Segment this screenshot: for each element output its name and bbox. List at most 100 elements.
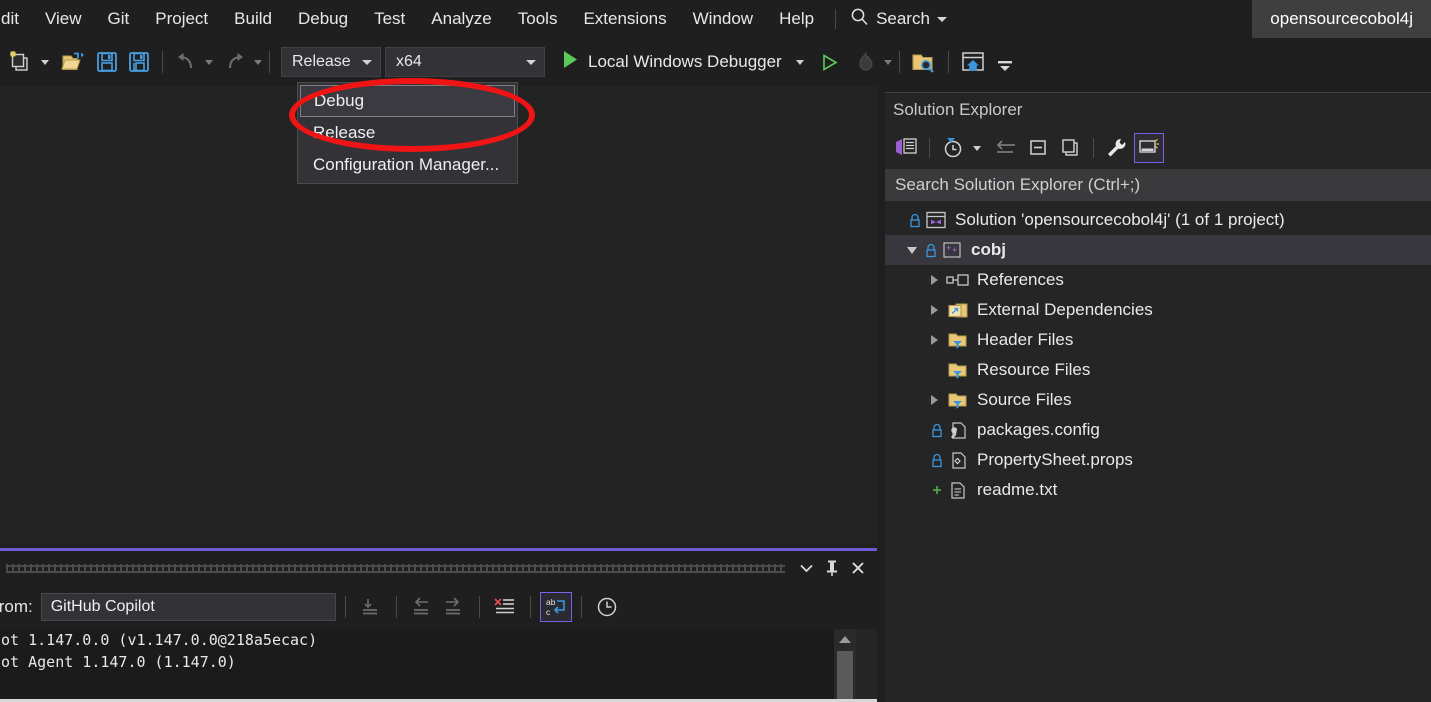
- configuration-combo[interactable]: Release: [281, 47, 381, 77]
- tree-item-references[interactable]: References: [885, 265, 1431, 295]
- menu-debug[interactable]: Debug: [285, 5, 361, 33]
- lock-icon: [929, 453, 945, 468]
- tree-expander-expanded[interactable]: [901, 247, 923, 254]
- start-debugging-label: Local Windows Debugger: [588, 52, 782, 72]
- tree-item-cobj[interactable]: ++ cobj: [885, 235, 1431, 265]
- solution-icon: [923, 211, 949, 230]
- menu-edit[interactable]: dit: [0, 5, 32, 33]
- show-all-files-icon[interactable]: [1055, 133, 1085, 163]
- close-icon[interactable]: [845, 555, 871, 581]
- tree-item-resource-files[interactable]: Resource Files: [885, 355, 1431, 385]
- scrollbar-thumb[interactable]: [837, 651, 853, 699]
- tree-item-solution[interactable]: Solution 'opensourcecobol4j' (1 of 1 pro…: [885, 205, 1431, 235]
- references-icon: [945, 273, 971, 287]
- output-source-combo[interactable]: GitHub Copilot: [41, 593, 336, 621]
- cpp-project-icon: ++: [939, 241, 965, 259]
- tree-item-readme-txt[interactable]: readme.txt: [885, 475, 1431, 505]
- tree-expander-collapsed[interactable]: [923, 275, 945, 285]
- next-message-icon[interactable]: [438, 592, 470, 622]
- play-outline-icon[interactable]: [815, 45, 845, 79]
- previous-message-icon[interactable]: [406, 592, 438, 622]
- save-icon[interactable]: [91, 45, 123, 79]
- toolbar-overflow-icon[interactable]: [990, 48, 1020, 82]
- tree-item-header-files[interactable]: Header Files: [885, 325, 1431, 355]
- configuration-combo-value: Release: [292, 53, 351, 71]
- tree-item-propertysheet-props[interactable]: PropertySheet.props: [885, 445, 1431, 475]
- tree-item-cobj-label: cobj: [965, 240, 1006, 260]
- output-toolbar-divider-3: [479, 596, 480, 618]
- chevron-down-icon: [362, 60, 372, 65]
- svg-text:+: +: [952, 246, 957, 256]
- collapse-all-icon[interactable]: [1023, 133, 1053, 163]
- save-all-icon[interactable]: [123, 45, 155, 79]
- chevron-down-icon[interactable]: [793, 555, 819, 581]
- clear-all-icon[interactable]: [489, 592, 521, 622]
- hot-reload-flame-icon[interactable]: [851, 45, 881, 79]
- tree-expander-collapsed[interactable]: [923, 305, 945, 315]
- menu-git[interactable]: Git: [95, 5, 143, 33]
- tree-item-source-files[interactable]: Source Files: [885, 385, 1431, 415]
- chevron-down-icon[interactable]: [937, 17, 947, 22]
- pending-changes-clock-icon[interactable]: [938, 133, 968, 163]
- output-panel-drag-handle[interactable]: [6, 564, 785, 573]
- menu-analyze[interactable]: Analyze: [418, 5, 504, 33]
- scroll-up-arrow-icon[interactable]: [834, 631, 856, 647]
- undo-dropdown-caret-icon[interactable]: [205, 60, 213, 65]
- chevron-down-icon: [526, 60, 536, 65]
- properties-wrench-icon[interactable]: [1102, 133, 1132, 163]
- props-file-icon: [945, 451, 971, 470]
- output-vertical-scrollbar[interactable]: [834, 629, 856, 702]
- tree-item-packages-config[interactable]: packages.config: [885, 415, 1431, 445]
- menu-window[interactable]: Window: [680, 5, 766, 33]
- window-home-icon[interactable]: [956, 45, 990, 79]
- dropdown-item-configuration-manager[interactable]: Configuration Manager...: [300, 149, 515, 181]
- project-title-tab[interactable]: opensourcecobol4j: [1252, 0, 1431, 38]
- open-folder-icon[interactable]: [57, 45, 91, 79]
- filter-folder-icon: [945, 361, 971, 380]
- menu-build[interactable]: Build: [221, 5, 285, 33]
- play-green-icon: [562, 50, 579, 74]
- new-project-icon[interactable]: [4, 45, 38, 79]
- hot-reload-caret-icon[interactable]: [884, 60, 892, 65]
- redo-icon[interactable]: [219, 45, 251, 79]
- menu-bar: dit View Git Project Build Debug Test An…: [0, 0, 1431, 38]
- new-project-dropdown-caret-icon[interactable]: [41, 60, 49, 65]
- tree-item-external-dependencies[interactable]: External Dependencies: [885, 295, 1431, 325]
- menu-test[interactable]: Test: [361, 5, 418, 33]
- external-dependencies-folder-icon: [945, 301, 971, 320]
- config-file-icon: [945, 421, 971, 440]
- sync-with-active-document-icon[interactable]: [991, 133, 1021, 163]
- menu-tools[interactable]: Tools: [505, 5, 571, 33]
- output-text-area[interactable]: lot 1.147.0.0 (v1.147.0.0@218a5ecac) lot…: [0, 629, 877, 702]
- go-to-message-icon[interactable]: [355, 592, 387, 622]
- preview-selected-items-icon[interactable]: [1134, 133, 1164, 163]
- search-box[interactable]: Search: [844, 5, 953, 33]
- dropdown-item-release[interactable]: Release: [300, 117, 515, 149]
- menu-extensions[interactable]: Extensions: [570, 5, 679, 33]
- pending-changes-caret-icon[interactable]: [973, 146, 981, 151]
- folder-search-icon[interactable]: [907, 45, 941, 79]
- tree-item-propertysheet-props-label: PropertySheet.props: [971, 450, 1133, 470]
- pin-icon[interactable]: [819, 555, 845, 581]
- undo-icon[interactable]: [170, 45, 202, 79]
- platform-combo[interactable]: x64: [385, 47, 545, 77]
- show-timestamps-clock-icon[interactable]: [591, 592, 623, 622]
- solution-explorer-title-label: Solution Explorer: [893, 100, 1022, 120]
- tree-expander-collapsed[interactable]: [923, 395, 945, 405]
- start-debugging-caret-icon[interactable]: [796, 60, 804, 65]
- menu-divider: [835, 9, 836, 29]
- menu-help[interactable]: Help: [766, 5, 827, 33]
- redo-dropdown-caret-icon[interactable]: [254, 60, 262, 65]
- dropdown-item-debug[interactable]: Debug: [300, 85, 515, 117]
- search-solution-explorer-input[interactable]: Search Solution Explorer (Ctrl+;): [885, 169, 1431, 201]
- solution-view-icon[interactable]: [891, 133, 921, 163]
- menu-view[interactable]: View: [32, 5, 95, 33]
- tree-expander-collapsed[interactable]: [923, 335, 945, 345]
- toolbar-divider-3: [899, 51, 900, 73]
- search-label: Search: [876, 9, 930, 29]
- tree-item-source-files-label: Source Files: [971, 390, 1071, 410]
- menu-project[interactable]: Project: [142, 5, 221, 33]
- filter-folder-icon: [945, 331, 971, 350]
- start-debugging-button[interactable]: Local Windows Debugger: [555, 45, 811, 79]
- word-wrap-icon[interactable]: ab c: [540, 592, 572, 622]
